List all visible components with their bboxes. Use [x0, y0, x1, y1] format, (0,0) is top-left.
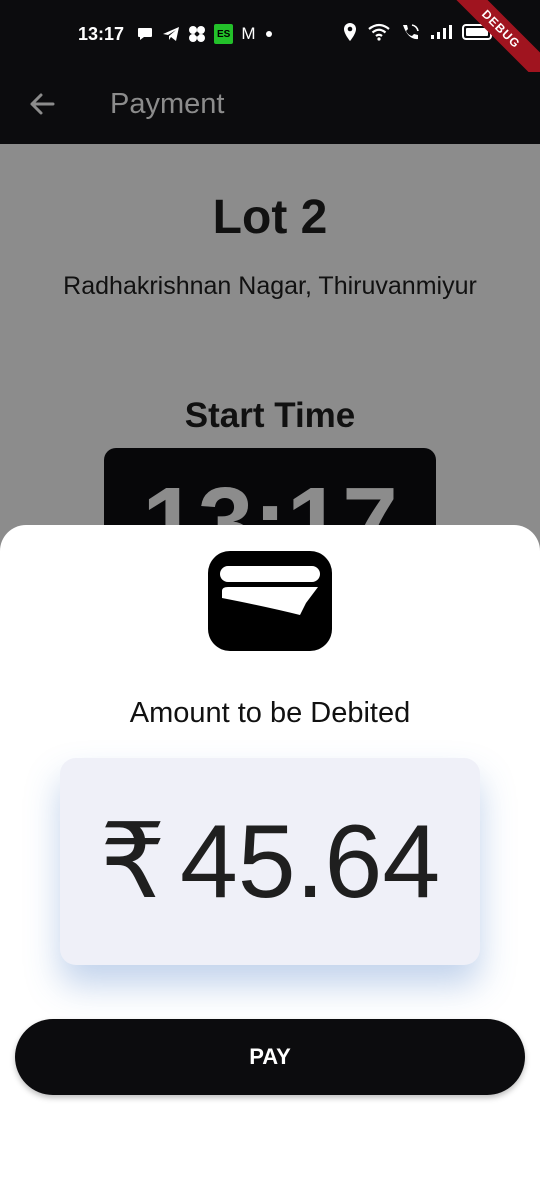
chat-icon [136, 24, 154, 44]
page-title: Payment [110, 88, 225, 120]
signal-icon [430, 22, 452, 42]
back-button[interactable] [26, 88, 58, 120]
amount-card: ₹ 45.64 [60, 758, 480, 965]
gmail-icon: M [241, 24, 256, 43]
amount-value: 45.64 [179, 803, 441, 920]
currency-symbol: ₹ [99, 803, 166, 920]
payment-bottom-sheet: Amount to be Debited ₹ 45.64 PAY [0, 525, 540, 1200]
system-icons [342, 22, 492, 42]
wifi-call-icon [400, 22, 420, 42]
wallet-icon [208, 551, 332, 651]
arrow-left-icon [30, 93, 55, 115]
pinwheel-icon [188, 24, 206, 44]
payment-screen: Lot 2 Radhakrishnan Nagar, Thiruvanmiyur… [0, 0, 540, 1200]
app-bar: Payment [0, 72, 540, 144]
dot-icon [264, 24, 274, 44]
pay-button[interactable]: PAY [15, 1019, 525, 1095]
wifi-icon [368, 22, 390, 42]
location-icon [342, 22, 358, 42]
status-time: 13:17 [78, 24, 125, 44]
es-badge-icon: ES [214, 24, 234, 44]
telegram-icon [162, 24, 180, 44]
amount-label: Amount to be Debited [129, 697, 411, 729]
notification-icons: ES M [136, 24, 274, 44]
status-bar: 13:17 ES M [0, 0, 540, 72]
